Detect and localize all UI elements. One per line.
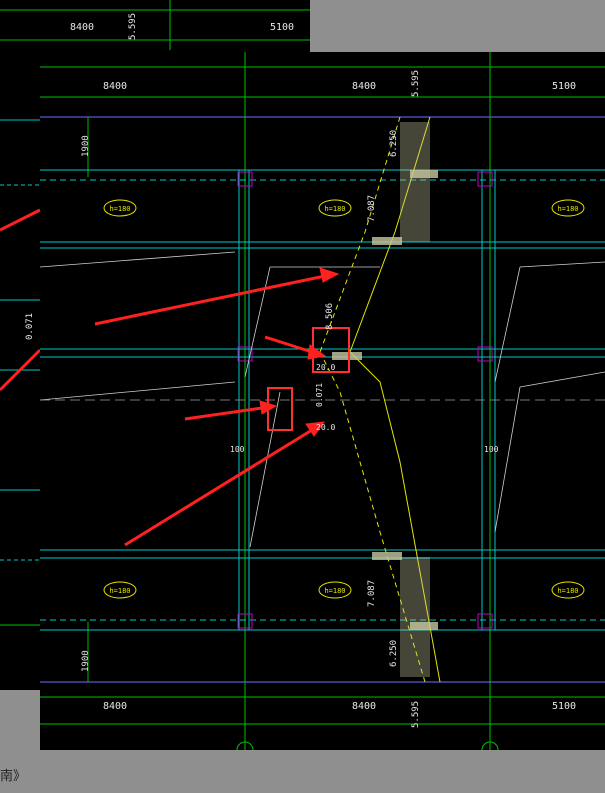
- slab-tag-1: h=180: [109, 205, 130, 213]
- elev-mid: 8.506: [325, 303, 335, 330]
- cad-drawing-canvas[interactable]: h=180 h=180 h=180 h=180 h=180 h=180 8400…: [40, 52, 605, 750]
- dim-left-mid: 100: [230, 445, 245, 454]
- slab-tag-4: h=180: [109, 587, 130, 595]
- background-caption: 南》: [0, 769, 27, 784]
- bg-dim-top-left: 8400: [70, 22, 94, 33]
- elev-tilt: 0.071: [315, 383, 324, 407]
- dim-side-bottom: 1900: [81, 650, 91, 672]
- dim-top-left: 8400: [103, 81, 127, 92]
- dim-bottom-mid: 8400: [352, 701, 376, 712]
- slab-tag-3: h=180: [557, 205, 578, 213]
- dim-top-right: 5100: [552, 81, 576, 92]
- dim-bottom-right: 5100: [552, 701, 576, 712]
- elev-mid-lower: 20.0: [316, 363, 335, 372]
- elev-upper-flight: 7.087: [367, 195, 377, 222]
- bg-elev-top: 5.595: [128, 13, 138, 40]
- bg-dim-top-right: 5100: [270, 22, 294, 33]
- elev-mid-lower-2: 20.0: [316, 423, 335, 432]
- elev-bottom-main: 5.595: [411, 701, 421, 728]
- elev-bottom-landing: 6.250: [389, 640, 399, 667]
- slab-tag-6: h=180: [557, 587, 578, 595]
- dim-top-mid: 8400: [352, 81, 376, 92]
- bg-elev-mid: 0.071: [25, 313, 35, 340]
- elev-top-main: 5.595: [411, 70, 421, 97]
- annotation-arrows: [94, 267, 340, 547]
- dim-right-mid: 100: [484, 445, 499, 454]
- slab-tag-5: h=180: [324, 587, 345, 595]
- elev-top-landing: 6.250: [389, 130, 399, 157]
- elev-lower-flight: 7.087: [367, 580, 377, 607]
- slab-tag-2: h=180: [324, 205, 345, 213]
- dim-bottom-left: 8400: [103, 701, 127, 712]
- cad-drawing-window[interactable]: h=180 h=180 h=180 h=180 h=180 h=180 8400…: [40, 52, 605, 750]
- dim-side-top: 1900: [81, 135, 91, 157]
